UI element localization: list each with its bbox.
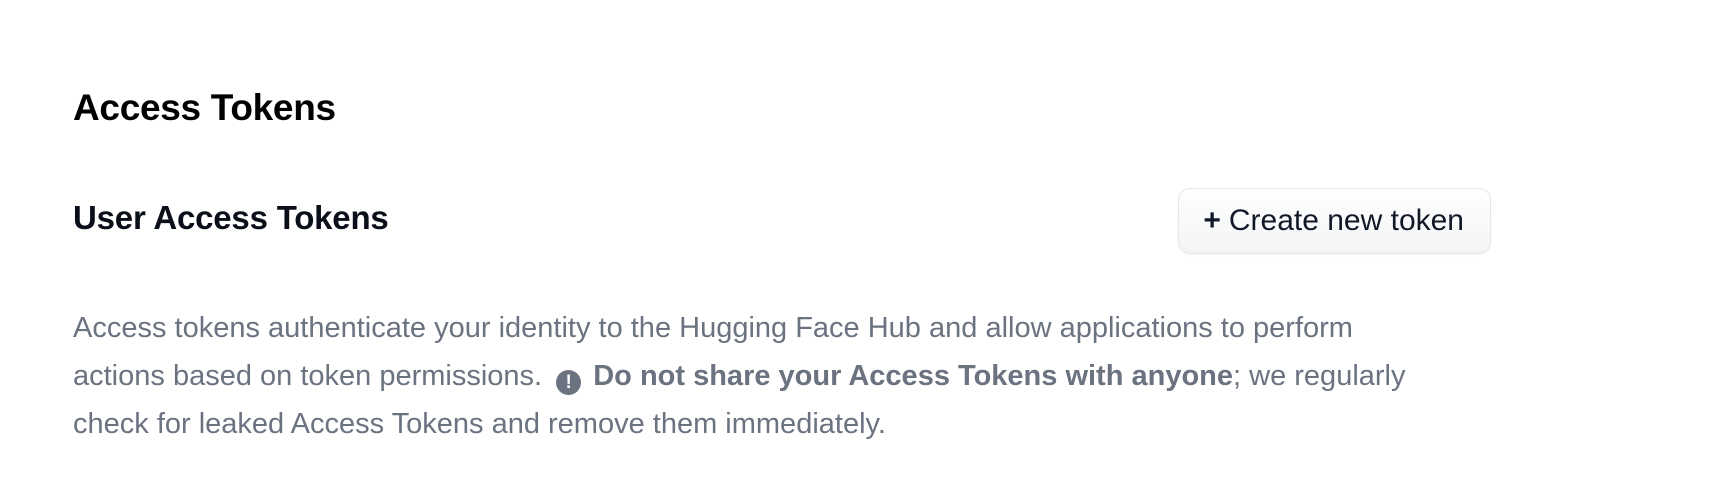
user-access-tokens-header: User Access Tokens + Create new token — [73, 188, 1491, 256]
warning-text-part: Do not share your — [593, 360, 849, 392]
warning-text-part: with anyone — [1057, 360, 1234, 392]
access-tokens-description: Access tokens authenticate your identity… — [73, 304, 1433, 448]
exclamation-circle-icon: ! — [556, 370, 582, 395]
access-tokens-page: Access Tokens User Access Tokens + Creat… — [0, 0, 1720, 492]
create-new-token-button[interactable]: + Create new token — [1178, 188, 1491, 254]
create-new-token-label: Create new token — [1228, 204, 1464, 237]
section-title: User Access Tokens — [73, 199, 389, 236]
warning-text: Do not share your Access Tokens with any… — [593, 360, 1233, 392]
plus-icon: + — [1203, 204, 1221, 237]
warning-text-emphasis: Access Tokens — [848, 360, 1058, 392]
page-title: Access Tokens — [73, 87, 336, 128]
